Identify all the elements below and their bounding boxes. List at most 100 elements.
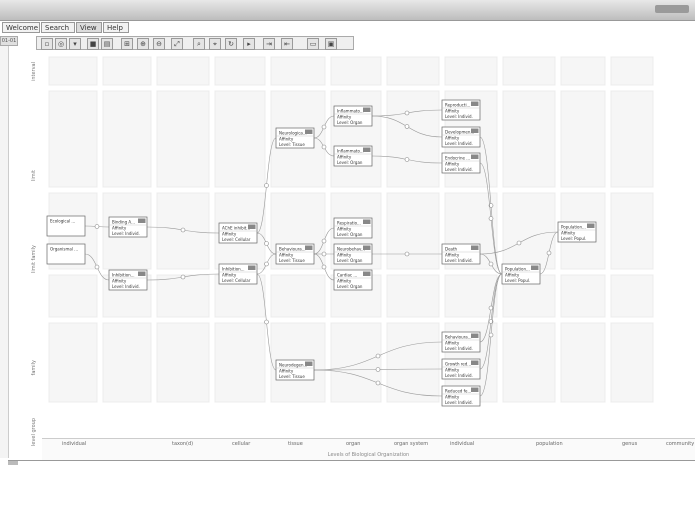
edge-junction-icon[interactable] <box>180 274 186 280</box>
node-f2[interactable]: Population...AffinityLevel: Popul. <box>557 221 597 243</box>
node-badge-icon[interactable] <box>363 271 371 277</box>
node-d3[interactable]: Respiratio...AffinityLevel: Organ <box>333 217 373 239</box>
tab-welcome[interactable]: Welcome <box>2 22 40 33</box>
node-b2[interactable]: Inhibition...AffinityLevel: Cellular <box>218 263 258 285</box>
edge-junction-icon[interactable] <box>264 319 269 325</box>
node-badge-icon[interactable] <box>363 219 371 225</box>
node-e5[interactable]: Behavioura...AffinityLevel: Individ. <box>441 331 481 353</box>
node-b1[interactable]: AChE inhibit...AffinityLevel: Cellular <box>218 222 258 244</box>
open-icon[interactable]: ◎ <box>55 38 67 50</box>
node-e1[interactable]: Reproducti...AffinityLevel: Individ. <box>441 99 481 121</box>
node-badge-icon[interactable] <box>138 218 146 224</box>
edge-junction-icon[interactable] <box>264 241 269 246</box>
gear-icon[interactable]: ■ <box>87 38 99 50</box>
node-badge-icon[interactable] <box>305 129 313 135</box>
edge-junction-icon[interactable] <box>321 264 327 270</box>
node-badge-icon[interactable] <box>305 361 313 367</box>
node-d1[interactable]: Inflammato...AffinityLevel: Organ <box>333 105 373 127</box>
node-e2[interactable]: Developmen...AffinityLevel: Individ. <box>441 126 481 148</box>
split-handle[interactable] <box>8 461 18 465</box>
node-detail: Level: Organ <box>337 232 363 237</box>
edge-junction-icon[interactable] <box>94 264 100 270</box>
window-controls[interactable] <box>655 5 689 13</box>
edge-junction-icon[interactable] <box>321 124 327 130</box>
node-c2[interactable]: Behavioura...AffinityLevel: Tissue <box>275 243 315 265</box>
node-badge-icon[interactable] <box>471 128 479 134</box>
refresh-icon[interactable]: ↻ <box>225 38 237 50</box>
node-a1[interactable]: Binding A...AffinityLevel: Individ. <box>108 216 148 238</box>
edge-junction-icon[interactable] <box>404 110 410 116</box>
select-icon[interactable]: ⌖ <box>209 38 221 50</box>
node-c1[interactable]: Neurologica...AffinityLevel: Tissue <box>275 127 315 149</box>
node-l1[interactable]: Ecological ... <box>46 215 86 237</box>
edge-junction-icon[interactable] <box>375 367 381 372</box>
grid-cell <box>156 274 210 318</box>
tab-help[interactable]: Help <box>103 22 129 33</box>
edge-junction-icon[interactable] <box>264 183 269 188</box>
node-f1[interactable]: Population...AffinityLevel: Popul. <box>501 263 541 285</box>
node-a2[interactable]: Inhibition...AffinityLevel: Individ. <box>108 269 148 291</box>
zoom-in-icon[interactable]: ⊕ <box>137 38 149 50</box>
disk-icon[interactable]: ▣ <box>325 38 337 50</box>
column-label: individual <box>450 441 475 447</box>
edge-junction-icon[interactable] <box>180 227 186 233</box>
edge-junction-icon[interactable] <box>404 157 410 162</box>
node-badge-icon[interactable] <box>363 107 371 113</box>
save-icon[interactable]: ▾ <box>69 38 81 50</box>
node-l2[interactable]: Organismal ... <box>46 243 86 265</box>
window-titlebar <box>0 0 695 21</box>
export-icon[interactable]: ⇥ <box>263 38 275 50</box>
node-c3[interactable]: Neurodegen...AffinityLevel: Tissue <box>275 359 315 381</box>
edge-junction-icon[interactable] <box>546 250 552 256</box>
tab-search[interactable]: Search <box>41 22 75 33</box>
node-d4[interactable]: Neurobehav...AffinityLevel: Organ <box>333 243 373 265</box>
node-badge-icon[interactable] <box>248 265 256 271</box>
edge-junction-icon[interactable] <box>375 353 381 359</box>
edge-junction-icon[interactable] <box>375 380 381 386</box>
node-badge-icon[interactable] <box>471 101 479 107</box>
search-icon[interactable]: ⌕ <box>193 38 205 50</box>
node-badge-icon[interactable] <box>363 245 371 251</box>
node-badge-icon[interactable] <box>587 223 595 229</box>
tab-view[interactable]: View <box>76 22 102 33</box>
node-badge-icon[interactable] <box>531 265 539 271</box>
zoom-out-icon[interactable]: ⊖ <box>153 38 165 50</box>
edge-junction-icon[interactable] <box>516 240 522 246</box>
edge-junction-icon[interactable] <box>321 144 327 150</box>
node-badge-icon[interactable] <box>138 271 146 277</box>
node-detail: Level: Individ. <box>445 141 473 146</box>
edge-junction-icon[interactable] <box>488 332 494 338</box>
node-e6[interactable]: Growth red...AffinityLevel: Individ. <box>441 358 481 380</box>
node-badge-icon[interactable] <box>471 245 479 251</box>
node-d2[interactable]: Inflammato...AffinityLevel: Organ <box>333 145 373 167</box>
grid-cell <box>610 274 654 318</box>
node-e3[interactable]: Endocrine ...AffinityLevel: Individ. <box>441 152 481 174</box>
node-badge-icon[interactable] <box>363 147 371 153</box>
import-icon[interactable]: ⇤ <box>281 38 293 50</box>
edge-junction-icon[interactable] <box>488 216 494 221</box>
folder-icon[interactable]: ▭ <box>307 38 319 50</box>
node-e4[interactable]: DeathAffinityLevel: Individ. <box>441 243 481 265</box>
pointer-icon[interactable]: ▸ <box>243 38 255 50</box>
diagram-canvas[interactable]: Ecological ... Organismal ... Binding A...… <box>42 50 695 438</box>
edge-junction-icon[interactable] <box>404 124 410 129</box>
node-badge-icon[interactable] <box>471 333 479 339</box>
table-icon[interactable]: ▤ <box>101 38 113 50</box>
node-badge-icon[interactable] <box>471 154 479 160</box>
node-badge-icon[interactable] <box>471 360 479 366</box>
node-d5[interactable]: Cardiac ...AffinityLevel: Organ <box>333 269 373 291</box>
edge-junction-icon[interactable] <box>404 251 410 257</box>
edge-junction-icon[interactable] <box>488 261 494 267</box>
edge-junction-icon[interactable] <box>264 261 269 267</box>
node-badge-icon[interactable] <box>471 387 479 393</box>
fit-icon[interactable]: ⤢ <box>171 38 183 50</box>
edge-junction-icon[interactable] <box>321 251 327 257</box>
node-badge-icon[interactable] <box>248 224 256 230</box>
node-e7[interactable]: Reduced fe...AffinityLevel: Individ. <box>441 385 481 407</box>
edge-junction-icon[interactable] <box>321 238 327 244</box>
new-icon[interactable]: ▫ <box>41 38 53 50</box>
node-badge-icon[interactable] <box>305 245 313 251</box>
details-pane[interactable] <box>8 460 695 524</box>
layout-icon[interactable]: ⊞ <box>121 38 133 50</box>
edge-junction-icon[interactable] <box>94 224 100 229</box>
